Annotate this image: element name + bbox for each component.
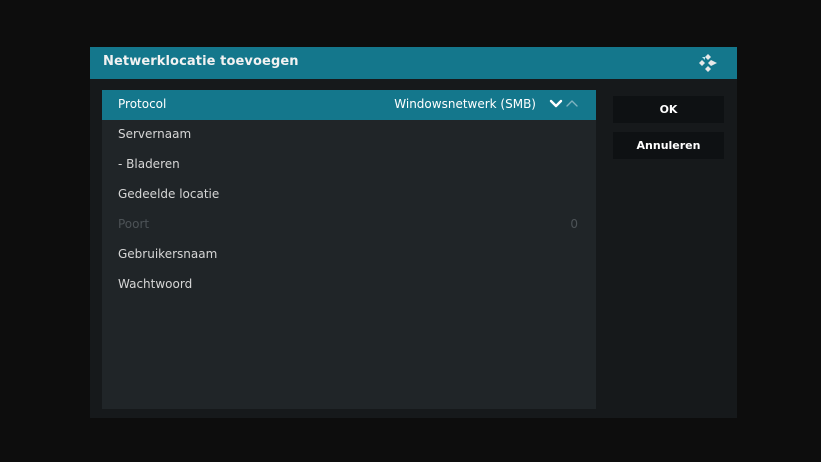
kodi-logo-icon <box>699 54 717 72</box>
chevron-down-icon[interactable] <box>549 99 563 109</box>
setting-row-password[interactable]: Wachtwoord <box>102 270 596 300</box>
settings-list: Protocol Windowsnetwerk (SMB) Servernaam… <box>102 90 596 409</box>
setting-label: - Bladeren <box>118 157 180 171</box>
setting-row-browse[interactable]: - Bladeren <box>102 150 596 180</box>
setting-row-port: Poort 0 <box>102 210 596 240</box>
setting-label: Servernaam <box>118 127 192 141</box>
setting-label: Protocol <box>118 97 167 111</box>
setting-label: Gebruikersnaam <box>118 247 218 261</box>
setting-row-shared-location[interactable]: Gedeelde locatie <box>102 180 596 210</box>
setting-value: Windowsnetwerk (SMB) <box>394 97 536 111</box>
setting-label: Poort <box>118 217 150 231</box>
add-network-location-dialog: Netwerklocatie toevoegen Protocol Window… <box>90 47 737 418</box>
screen: Netwerklocatie toevoegen Protocol Window… <box>0 0 821 462</box>
setting-row-username[interactable]: Gebruikersnaam <box>102 240 596 270</box>
setting-row-protocol[interactable]: Protocol Windowsnetwerk (SMB) <box>102 90 596 120</box>
dialog-titlebar: Netwerklocatie toevoegen <box>90 47 737 79</box>
ok-button[interactable]: OK <box>613 96 724 123</box>
setting-row-servername[interactable]: Servernaam <box>102 120 596 150</box>
chevron-up-icon[interactable] <box>565 99 579 109</box>
setting-label: Gedeelde locatie <box>118 187 220 201</box>
setting-label: Wachtwoord <box>118 277 193 291</box>
setting-value: 0 <box>570 217 578 231</box>
dialog-title: Netwerklocatie toevoegen <box>103 54 299 69</box>
cancel-button[interactable]: Annuleren <box>613 132 724 159</box>
